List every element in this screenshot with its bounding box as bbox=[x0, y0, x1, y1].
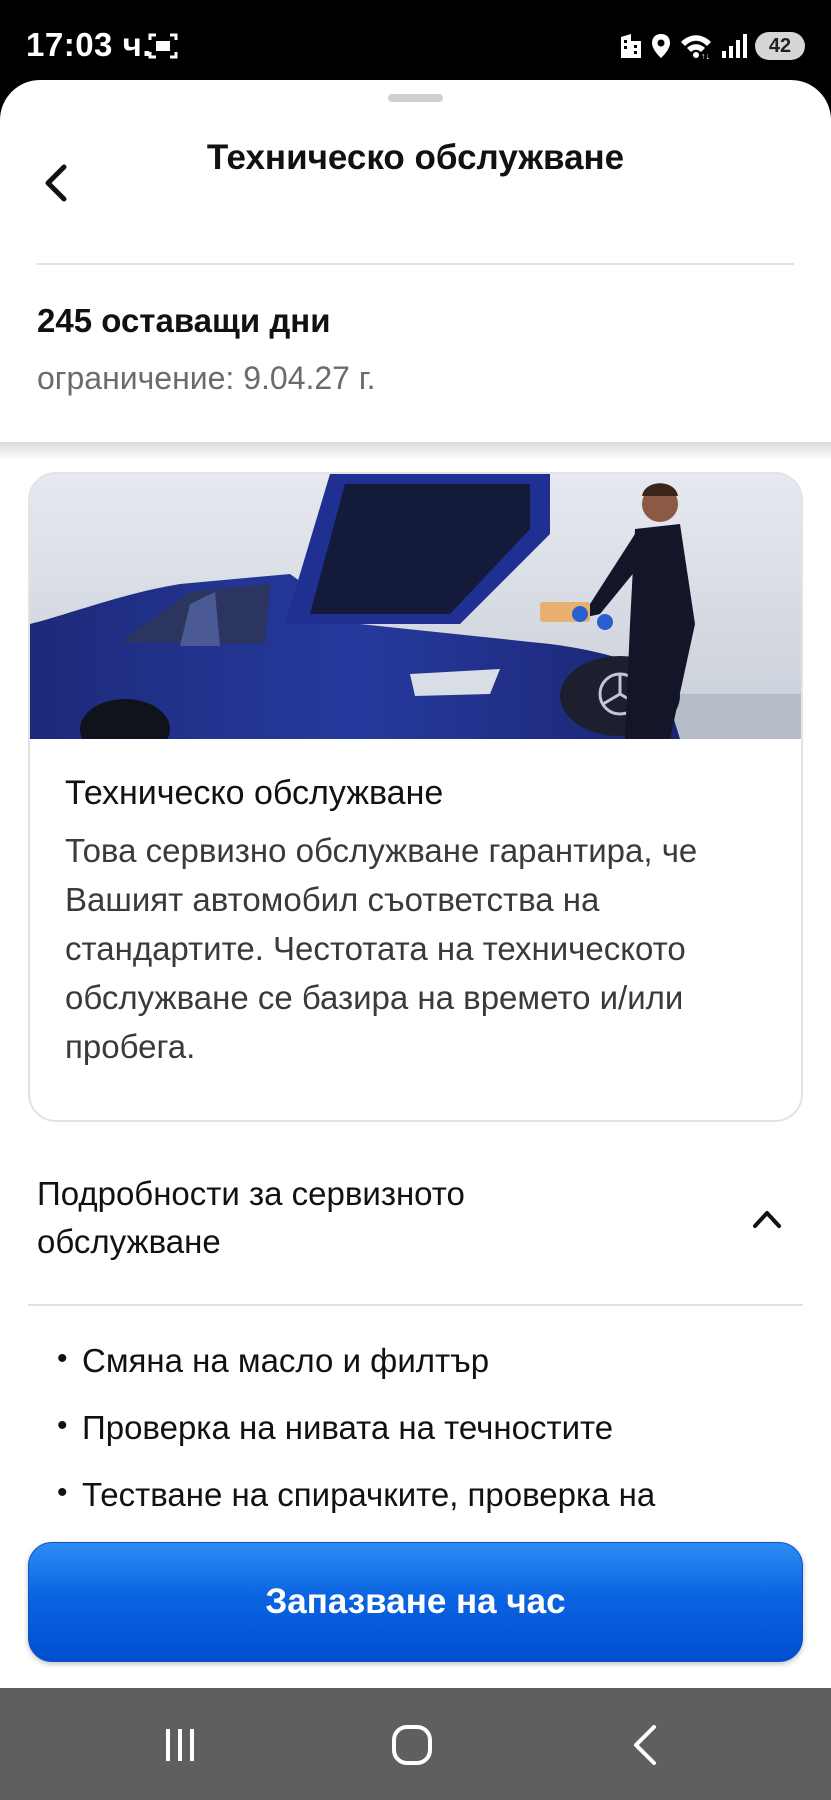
bottom-sheet: Техническо обслужване 245 оставащи дни о… bbox=[0, 80, 831, 1688]
accordion-title: Подробности за сервизното обслужване bbox=[37, 1175, 465, 1260]
back-icon bbox=[634, 1725, 656, 1765]
chevron-left-icon bbox=[45, 164, 67, 202]
service-details-accordion[interactable]: Подробности за сервизното обслужване bbox=[28, 1170, 803, 1280]
list-item-text: Тестване на спирачките, проверка на bbox=[82, 1476, 656, 1513]
card-title: Техническо обслужване bbox=[65, 774, 444, 812]
service-list: • Смяна на масло и филтър • Проверка на ни… bbox=[57, 1342, 797, 1543]
card-description: Това сервизно обслужване гарантира, че В… bbox=[65, 832, 698, 1065]
bullet: • bbox=[57, 1409, 68, 1442]
list-item-text: Проверка на нивата на течностите bbox=[82, 1409, 614, 1446]
system-back-button[interactable] bbox=[615, 1720, 675, 1770]
remaining-days: 245 оставащи дни bbox=[37, 302, 331, 339]
status-time: 17:03 ч. bbox=[26, 26, 152, 63]
home-icon bbox=[392, 1725, 432, 1765]
header-divider bbox=[37, 263, 794, 265]
book-appointment-button[interactable]: Запазване на час bbox=[28, 1542, 803, 1662]
status-icons: ↑↓ 42 bbox=[619, 30, 805, 62]
recent-apps-button[interactable] bbox=[150, 1720, 210, 1770]
section-shadow bbox=[0, 442, 831, 460]
bullet: • bbox=[57, 1476, 68, 1509]
chevron-up-icon bbox=[753, 1211, 781, 1228]
svg-text:↑↓: ↑↓ bbox=[701, 51, 710, 59]
bullet: • bbox=[57, 1342, 68, 1375]
wifi-icon: ↑↓ bbox=[679, 33, 713, 59]
recent-apps-icon bbox=[166, 1729, 194, 1761]
accordion-divider bbox=[28, 1304, 803, 1306]
limit-date: ограничение: 9.04.27 г. bbox=[37, 360, 376, 396]
page-title: Техническо обслужване bbox=[206, 138, 625, 177]
list-item-text: Смяна на масло и филтър bbox=[82, 1342, 490, 1379]
building-icon bbox=[619, 33, 643, 59]
list-item: • Тестване на спирачките, проверка на bbox=[57, 1476, 797, 1543]
service-card: Техническо обслужване Това сервизно обсл… bbox=[28, 472, 803, 1122]
status-bar: 17:03 ч. ↑↓ 42 bbox=[0, 0, 831, 80]
signal-icon bbox=[721, 33, 747, 59]
system-nav-bar bbox=[0, 1688, 831, 1800]
back-button[interactable] bbox=[30, 155, 80, 211]
service-image bbox=[30, 474, 801, 739]
list-item: • Смяна на масло и филтър bbox=[57, 1342, 797, 1409]
header: Техническо обслужване bbox=[0, 80, 831, 265]
list-item: • Проверка на нивата на течностите bbox=[57, 1409, 797, 1476]
location-icon bbox=[651, 33, 671, 59]
screenshot-icon bbox=[148, 32, 178, 60]
battery-icon: 42 bbox=[755, 32, 805, 60]
home-button[interactable] bbox=[382, 1720, 442, 1770]
